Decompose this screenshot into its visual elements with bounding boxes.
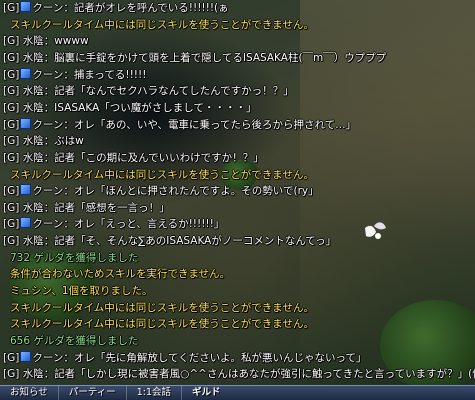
guild-chat-line: [G] クーン：オレ「ほんとに押されたんですよ。その勢いで(ry」: [0, 183, 475, 199]
guild-chat-line: [G] クーン：オレ「えっと、言えるか!!!!!!」: [0, 216, 475, 232]
channel-tag: [G]: [3, 235, 20, 248]
message-text: スキルクールタイム中には同じスキルを使うことができません。: [10, 168, 314, 181]
guild-chat-line: [G] クーン：捕まってる!!!!!: [0, 67, 475, 83]
speaker-name[interactable]: クーン: [32, 185, 63, 197]
guild-chat-line: [G] 水陰：記者「感想を一言っ！」: [0, 200, 475, 216]
system-message-line: 条件が合わないためスキルを実行できません。: [0, 266, 475, 282]
channel-tag: [G]: [3, 185, 20, 198]
message-text: ：記者「そ、そんな∑あのISASAKAがノーコメントなんてっ」: [43, 235, 337, 248]
channel-tag: [G]: [3, 85, 20, 98]
message-text: ：wwww: [43, 35, 89, 48]
message-text: ミュシン、1個を取りました。: [10, 285, 153, 298]
chat-tab-1[interactable]: パーティー: [57, 386, 126, 400]
channel-tag: [G]: [3, 201, 20, 214]
system-message-line: スキルクールタイム中には同じスキルを使うことができません。: [0, 316, 475, 332]
system-message-line: ミュシン、1個を取りました。: [0, 283, 475, 299]
message-text: ：記者「しかし現に被害者風○^^さんはあなたが強引に触ってきたと言っていますが？…: [43, 368, 475, 381]
channel-tag: [G]: [3, 135, 20, 148]
channel-tag: [G]: [3, 101, 20, 114]
channel-tag: [G]: [3, 2, 20, 14]
message-text: ：記者がオレを呼んでいる!!!!!!(ぁ: [63, 2, 229, 14]
speaker-name[interactable]: 水陰: [23, 235, 44, 247]
message-text: ：記者「感想を一言っ！」: [43, 201, 170, 214]
gain-message-line: 656 ゲルダを獲得しました: [0, 333, 475, 349]
chat-log: [G] クーン：記者がオレを呼んでいる!!!!!!(ぁ スキルクールタイム中には同じ…: [0, 0, 475, 386]
guild-chat-line: [G] クーン：オレ「先に角解放してくださいよ。私が悪いんじゃないって」: [0, 350, 475, 366]
message-text: ：捕まってる!!!!!: [63, 68, 147, 81]
channel-tag: [G]: [3, 68, 20, 81]
guild-emblem-icon: [20, 117, 32, 129]
system-message-line: スキルクールタイム中には同じスキルを使うことができません。: [0, 300, 475, 316]
gain-message-line: 732 ゲルダを獲得しました: [0, 250, 475, 266]
guild-chat-line: [G] クーン：記者がオレを呼んでいる!!!!!!(ぁ: [0, 0, 475, 16]
guild-emblem-icon: [20, 1, 32, 12]
message-text: スキルクールタイム中には同じスキルを使うことができません。: [10, 301, 314, 314]
chat-tab-3[interactable]: ギルド: [181, 386, 231, 400]
message-text: スキルクールタイム中には同じスキルを使うことができません。: [10, 318, 314, 331]
channel-tag: [G]: [3, 368, 20, 381]
guild-chat-line: [G] 水陰：ISASAKA「つい魔がさしまして・・・・」: [0, 100, 475, 116]
message-text: ：オレ「えっと、言えるか!!!!!!」: [63, 218, 225, 231]
message-text: 732 ゲルダを獲得しました: [10, 251, 139, 264]
message-text: ：記者「この期に及んでいいわけですか！？」: [43, 151, 264, 164]
channel-tag: [G]: [3, 218, 20, 231]
channel-tag: [G]: [3, 151, 20, 164]
message-text: 条件が合わないためスキルを実行できません。: [10, 268, 231, 281]
system-message-line: スキルクールタイム中には同じスキルを使うことができません。: [0, 17, 475, 33]
guild-emblem-icon: [20, 350, 32, 362]
message-text: ：オレ「あの、いや、電車に乗ってたら後ろから押されて…」: [63, 118, 357, 131]
guild-emblem-icon: [20, 217, 32, 229]
game-viewport[interactable]: [G] クーン：記者がオレを呼んでいる!!!!!!(ぁ スキルクールタイム中には同じ…: [0, 0, 475, 400]
chat-tab-2[interactable]: 1:1会話: [125, 386, 181, 400]
message-text: ：オレ「ほんとに押されたんですよ。その勢いで(ry」: [63, 185, 319, 198]
message-text: 656 ゲルダを獲得しました: [10, 335, 139, 347]
guild-chat-line: [G] 水陰：ぶはw: [0, 133, 475, 149]
guild-chat-line: [G] 水陰：記者「そ、そんな∑あのISASAKAがノーコメントなんてっ」: [0, 233, 475, 249]
speaker-name[interactable]: クーン: [32, 119, 63, 131]
guild-emblem-icon: [20, 184, 32, 196]
guild-chat-line: [G] 水陰：wwww: [0, 33, 475, 49]
message-text: ：ぶはw: [43, 135, 84, 148]
speaker-name[interactable]: 水陰: [23, 135, 44, 147]
channel-tag: [G]: [3, 51, 20, 64]
guild-chat-line: [G] 水陰：記者「なんでセクハラなんてしたんですかっ！？」: [0, 83, 475, 99]
guild-chat-line: [G] 水陰：記者「しかし現に被害者風○^^さんはあなたが強引に触ってきたと言っ…: [0, 366, 475, 382]
chat-tab-0[interactable]: お知らせ: [0, 386, 58, 400]
message-text: ：記者「なんでセクハラなんてしたんですかっ！？」: [43, 85, 294, 98]
message-text: スキルクールタイム中には同じスキルを使うことができません。: [10, 18, 314, 31]
channel-tag: [G]: [3, 35, 20, 48]
channel-tag: [G]: [3, 351, 20, 364]
channel-tag: [G]: [3, 118, 20, 131]
message-text: ：ISASAKA「つい魔がさしまして・・・・」: [43, 101, 257, 114]
speaker-name[interactable]: クーン: [32, 218, 63, 230]
message-text: ：オレ「先に角解放してくださいよ。私が悪いんじゃないって」: [63, 351, 367, 364]
speaker-name[interactable]: 水陰: [23, 35, 44, 47]
speaker-name[interactable]: クーン: [32, 69, 63, 81]
speaker-name[interactable]: 水陰: [23, 102, 44, 114]
guild-chat-line: [G] 水陰：脳裏に手錠をかけて頭を上着で隠してるISASAKA柱(￣m￣）ウプ…: [0, 50, 475, 66]
system-message-line: スキルクールタイム中には同じスキルを使うことができません。: [0, 167, 475, 183]
speaker-name[interactable]: 水陰: [23, 368, 44, 380]
speaker-name[interactable]: 水陰: [23, 202, 44, 214]
guild-chat-line: [G] 水陰：記者「この期に及んでいいわけですか！？」: [0, 150, 475, 166]
speaker-name[interactable]: クーン: [32, 2, 63, 14]
chat-tab-bar: お知らせ パーティー 1:1会話 ギルド: [0, 385, 475, 400]
speaker-name[interactable]: 水陰: [23, 152, 44, 164]
guild-chat-line: [G] クーン：オレ「あの、いや、電車に乗ってたら後ろから押されて…」: [0, 117, 475, 133]
speaker-name[interactable]: 水陰: [23, 85, 44, 97]
guild-emblem-icon: [20, 67, 32, 79]
speaker-name[interactable]: クーン: [32, 352, 63, 364]
speaker-name[interactable]: 水陰: [23, 52, 44, 64]
message-text: ：脳裏に手錠をかけて頭を上着で隠してるISASAKA柱(￣m￣）ウプププ: [43, 51, 387, 64]
